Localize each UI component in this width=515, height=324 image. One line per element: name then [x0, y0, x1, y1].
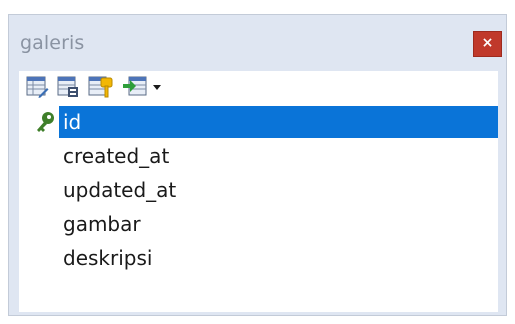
table-properties-button[interactable]: [56, 75, 80, 99]
export-table-button[interactable]: [121, 75, 165, 99]
table-keys-button[interactable]: [87, 75, 117, 99]
field-row-gambar[interactable]: gambar: [19, 208, 498, 242]
close-button[interactable]: ×: [473, 31, 502, 57]
field-label: updated_at: [63, 178, 177, 202]
field-label: deskripsi: [63, 246, 153, 270]
title-bar[interactable]: galeris ×: [9, 15, 506, 65]
field-label: created_at: [63, 144, 170, 168]
table-body: id created_at updated_at gambar deskrips…: [19, 71, 498, 312]
table-keys-icon: [88, 76, 113, 98]
edit-table-button[interactable]: [25, 75, 49, 99]
export-table-icon: [123, 76, 161, 96]
table-panel[interactable]: galeris × id created_at updated_at gamba…: [8, 14, 507, 316]
field-row-created-at[interactable]: created_at: [19, 140, 498, 174]
chevron-down-icon: [153, 85, 161, 90]
field-label: gambar: [63, 212, 141, 236]
table-properties-icon: [57, 76, 78, 97]
field-row-updated-at[interactable]: updated_at: [19, 174, 498, 208]
primary-key-icon: [37, 112, 54, 132]
toolbar: [19, 71, 498, 105]
edit-table-icon: [26, 76, 49, 98]
field-list: id created_at updated_at gambar deskrips…: [19, 106, 498, 276]
field-row-deskripsi[interactable]: deskripsi: [19, 242, 498, 276]
field-label: id: [59, 106, 498, 138]
table-title: galeris: [20, 32, 85, 54]
field-row-id[interactable]: id: [19, 106, 498, 140]
